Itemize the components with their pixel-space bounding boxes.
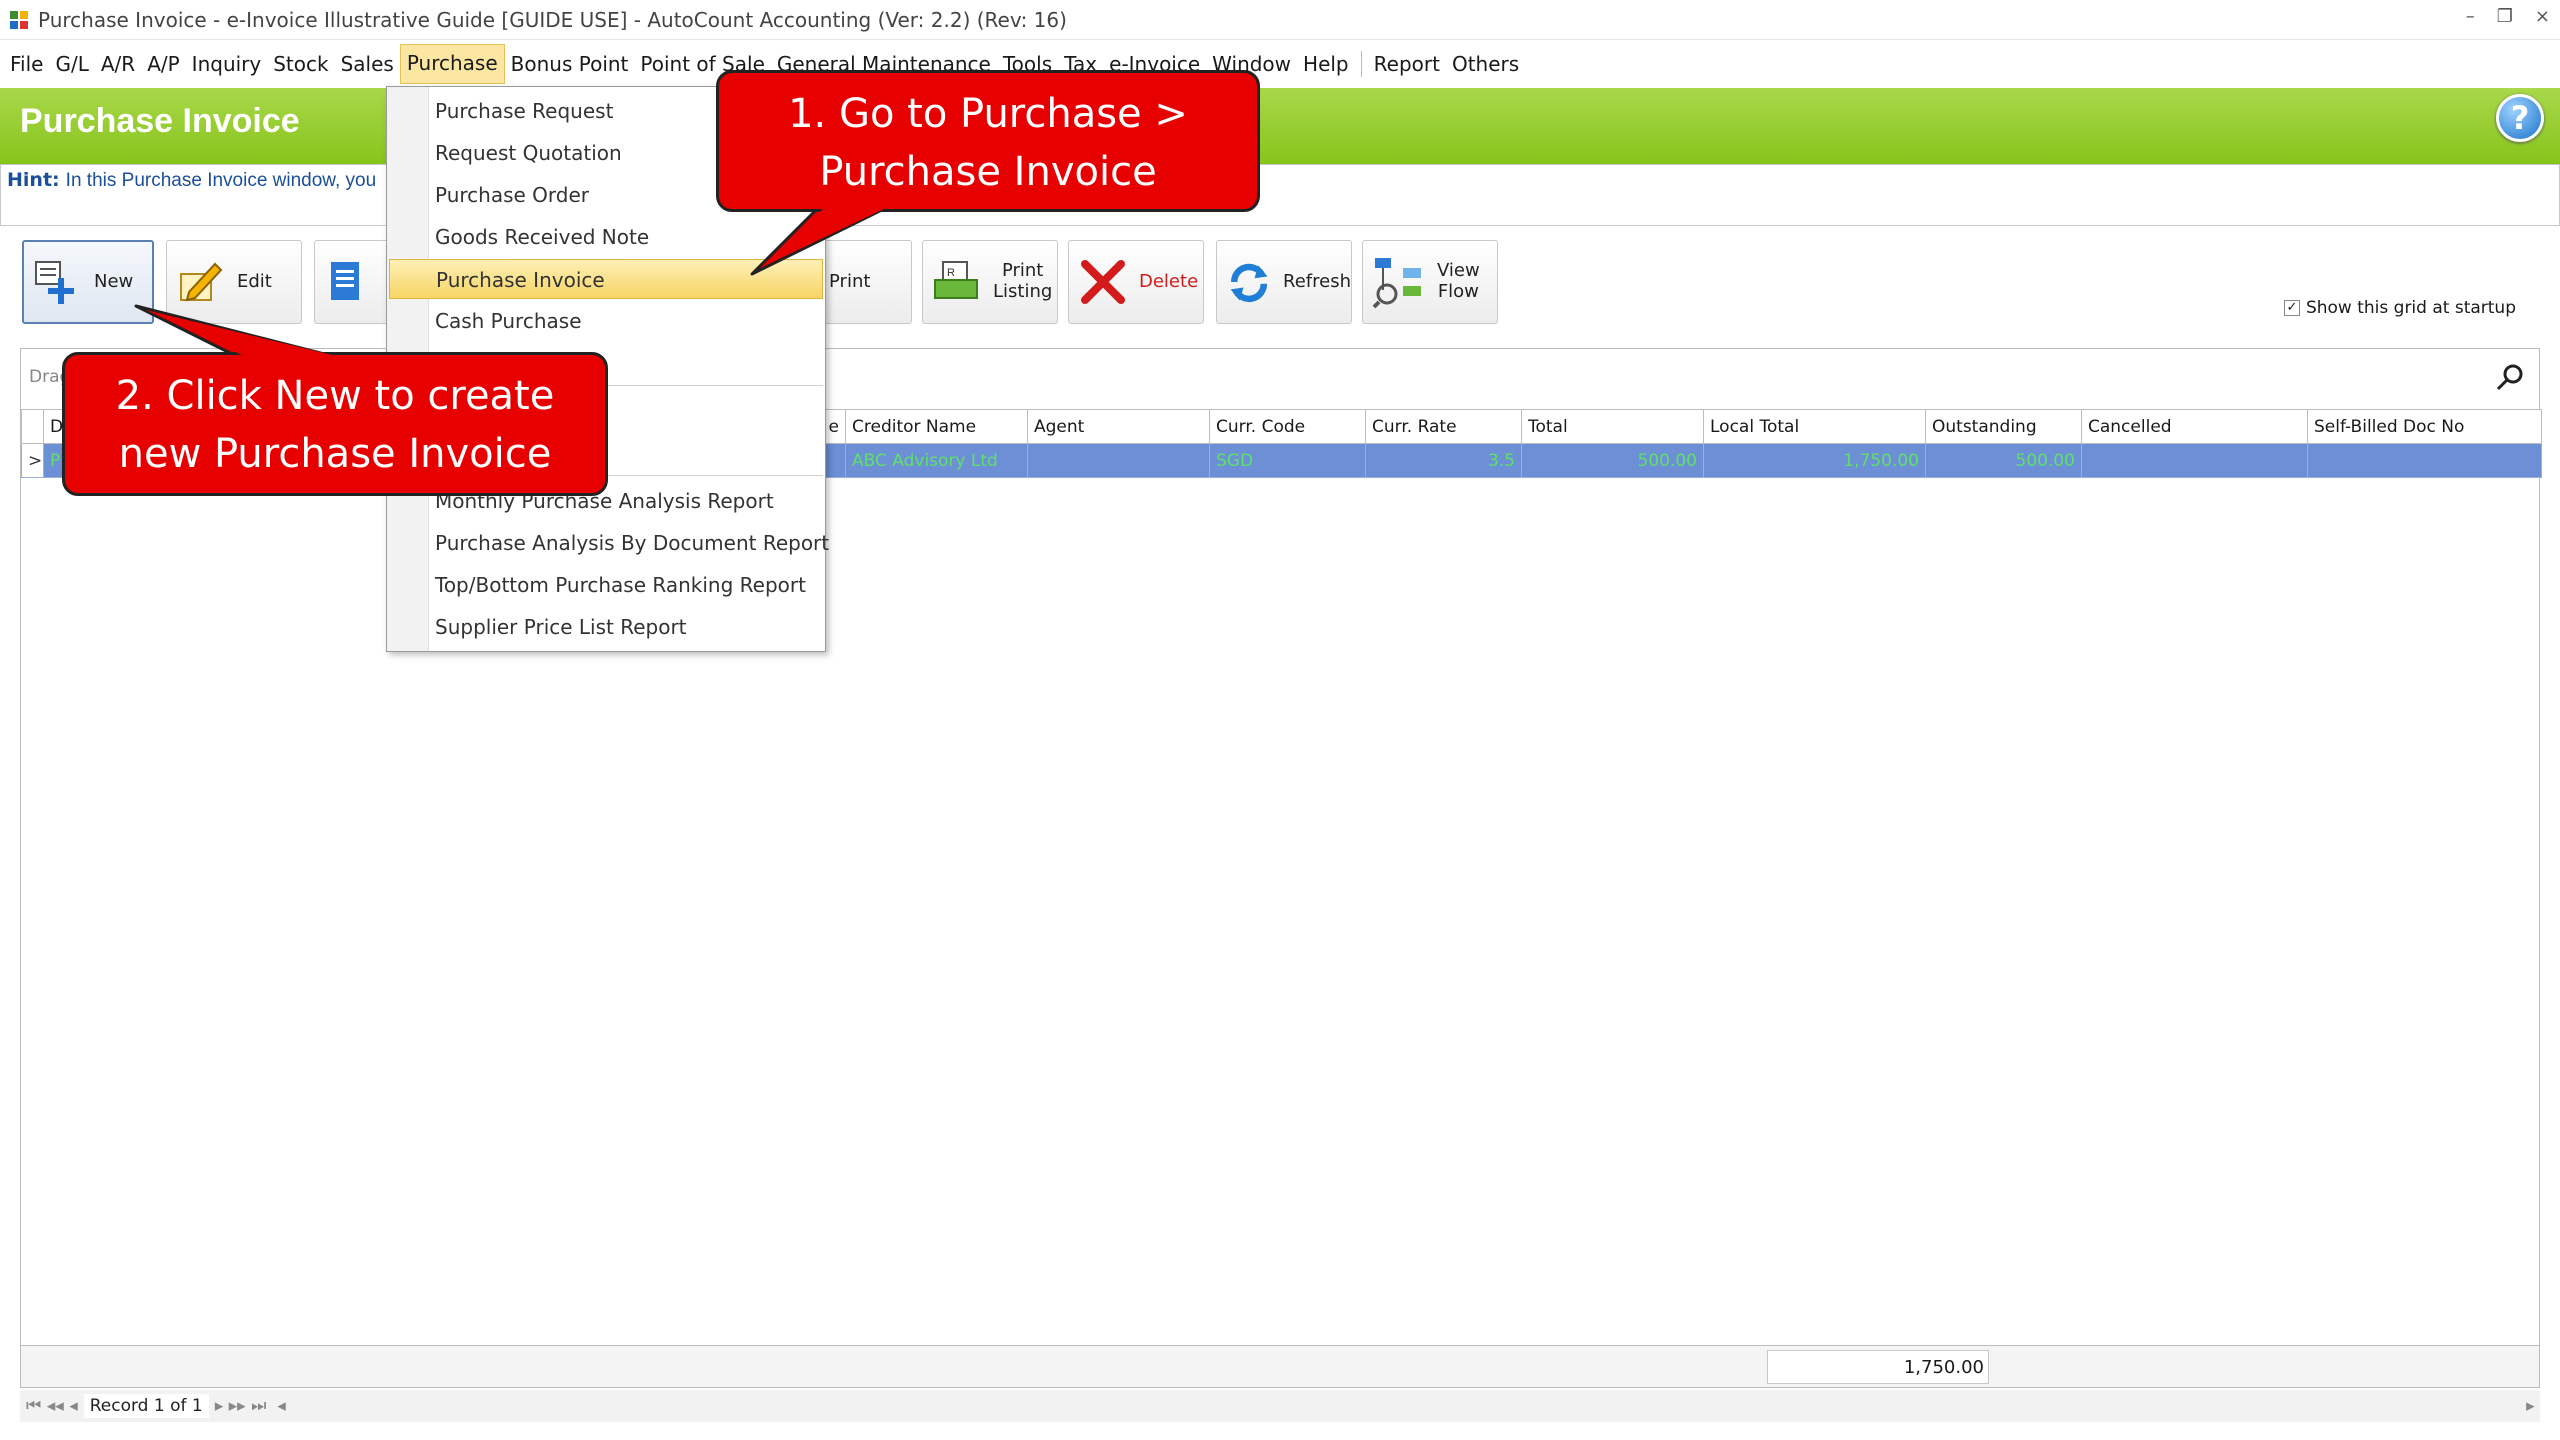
callout-seams xyxy=(146,208,886,356)
